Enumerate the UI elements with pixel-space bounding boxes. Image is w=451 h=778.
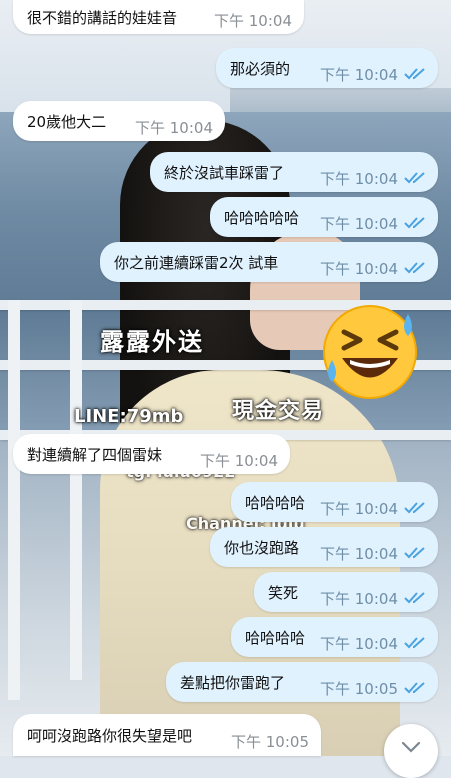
message-text: 很不錯的講話的娃娃音	[27, 8, 178, 27]
message-time: 下午 10:04	[320, 52, 426, 85]
message-outgoing[interactable]: 哈哈哈哈哈 下午 10:04	[210, 197, 438, 237]
message-time: 下午 10:04	[320, 576, 426, 609]
message-text: 哈哈哈哈哈	[224, 208, 300, 227]
double-check-icon	[404, 172, 425, 184]
scroll-to-bottom-button[interactable]	[384, 724, 438, 778]
message-time: 下午 10:05	[231, 732, 309, 751]
message-time: 下午 10:04	[320, 156, 426, 189]
message-time: 下午 10:04	[214, 11, 292, 30]
message-time: 下午 10:04	[320, 486, 426, 519]
message-outgoing[interactable]: 終於沒試車踩雷了 下午 10:04	[150, 152, 438, 192]
message-text: 哈哈哈哈	[245, 493, 306, 512]
message-text: 那必須的	[230, 59, 291, 78]
message-text: 對連續解了四個雷妹	[27, 445, 163, 464]
message-time: 下午 10:04	[320, 201, 426, 234]
message-text: 終於沒試車踩雷了	[164, 163, 285, 182]
watermark-name: 露露外送	[100, 328, 204, 356]
message-time: 下午 10:05	[320, 666, 426, 699]
message-time: 下午 10:04	[320, 531, 426, 564]
double-check-icon	[404, 637, 425, 649]
message-outgoing[interactable]: 笑死 下午 10:04	[254, 572, 438, 612]
message-time: 下午 10:04	[135, 118, 213, 137]
double-check-icon	[404, 502, 425, 514]
chevron-down-icon	[401, 741, 421, 753]
message-text: 笑死	[268, 583, 299, 602]
double-check-icon	[404, 217, 425, 229]
message-incoming[interactable]: 呵呵沒跑路你很失望是吧 下午 10:05	[13, 714, 321, 756]
message-outgoing[interactable]: 你也沒跑路 下午 10:04	[210, 527, 438, 567]
watermark-cash: 現金交易	[232, 399, 325, 424]
message-outgoing[interactable]: 你之前連續踩雷2次 試車 下午 10:04	[100, 242, 438, 282]
message-text: 20歲他大二	[27, 112, 107, 131]
double-check-icon	[404, 262, 425, 274]
message-text: 你之前連續踩雷2次 試車	[114, 253, 279, 272]
watermark-line: LINE:79mb	[74, 406, 184, 427]
message-outgoing[interactable]: 那必須的 下午 10:04	[216, 48, 438, 88]
message-incoming[interactable]: 很不錯的講話的娃娃音 下午 10:04	[13, 0, 304, 34]
message-time: 下午 10:04	[320, 621, 426, 654]
double-check-icon	[404, 682, 425, 694]
double-check-icon	[404, 68, 425, 80]
message-incoming[interactable]: 對連續解了四個雷妹 下午 10:04	[13, 434, 290, 474]
message-time: 下午 10:04	[320, 246, 426, 279]
message-outgoing[interactable]: 哈哈哈哈 下午 10:04	[231, 482, 438, 522]
message-text: 差點把你雷跑了	[180, 673, 286, 692]
message-outgoing[interactable]: 哈哈哈哈 下午 10:04	[231, 617, 438, 657]
message-text: 你也沒跑路	[224, 538, 300, 557]
double-check-icon	[404, 592, 425, 604]
message-outgoing[interactable]: 差點把你雷跑了 下午 10:05	[166, 662, 438, 702]
message-text: 呵呵沒跑路你很失望是吧	[27, 726, 193, 745]
message-text: 哈哈哈哈	[245, 628, 306, 647]
message-time: 下午 10:04	[200, 451, 278, 470]
rolling-on-floor-laughing-icon	[323, 305, 417, 399]
double-check-icon	[404, 547, 425, 559]
message-incoming[interactable]: 20歲他大二 下午 10:04	[13, 101, 225, 141]
